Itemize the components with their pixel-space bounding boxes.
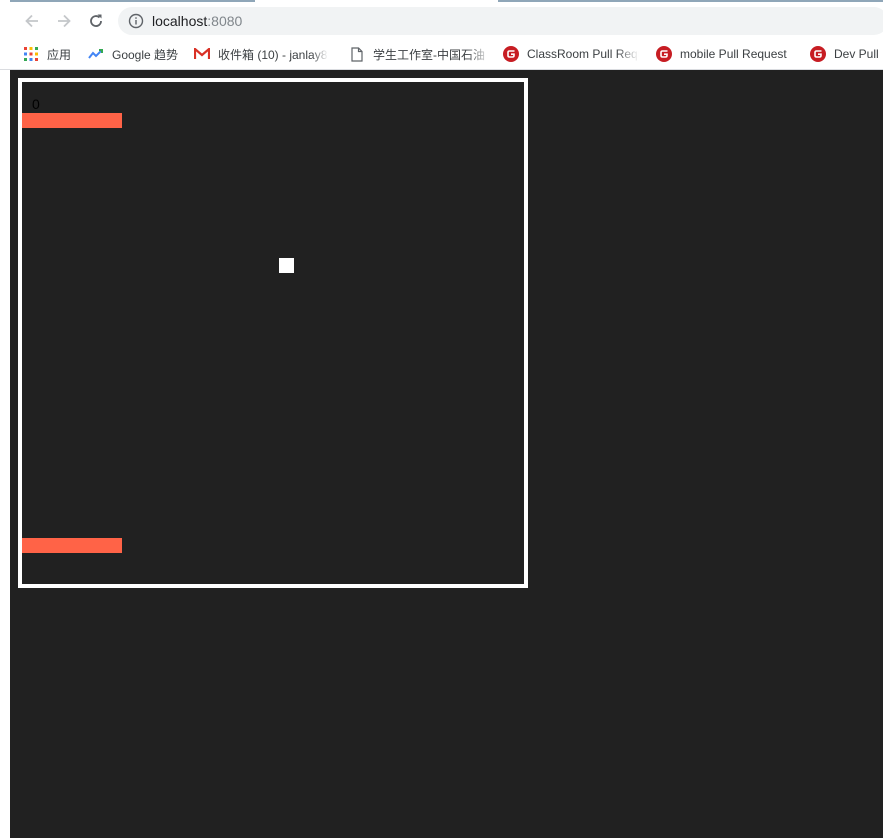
gmail-icon [194,46,210,62]
bottom-paddle[interactable] [22,538,122,553]
gitee-icon [656,46,672,62]
back-button[interactable] [20,9,44,33]
bookmark-gmail-inbox[interactable]: 收件箱 (10) - janlay8 [194,44,328,64]
bookmark-label: 学生工作室-中国石油 [373,47,485,62]
arrow-right-icon [58,14,71,28]
url-text[interactable]: localhost:8080 [152,12,242,30]
bookmark-label: Google 趋势 [112,47,179,62]
apps-grid-icon [23,46,39,62]
bookmark-classroom-pull-requests[interactable]: ClassRoom Pull Requ [503,44,639,64]
top-paddle [22,113,122,128]
bookmark-label: mobile Pull Request [680,47,787,61]
forward-button[interactable] [52,9,76,33]
bookmark-label: Dev Pull [834,47,879,61]
url-host: localhost [152,13,208,29]
score-display: 0 [32,96,40,112]
bookmark-label: 应用 [47,47,72,62]
bookmark-mobile-pull-request[interactable]: mobile Pull Request [656,44,787,64]
page-icon [349,46,365,62]
bookmarks-bar: 应用 Google 趋势 收件箱 (10) - janlay8 学生工作室-中国… [0,38,883,70]
page-viewport: 0 [10,70,883,838]
browser-toolbar: localhost:8080 [0,3,883,38]
bookmark-google-trends[interactable]: Google 趋势 [88,44,178,64]
google-trends-icon [88,46,104,62]
ball [279,258,294,273]
info-icon[interactable] [128,13,144,29]
page-left-margin [0,70,10,838]
bookmark-dev-pull[interactable]: Dev Pull [810,44,879,64]
tab-edge [10,0,255,2]
reload-button[interactable] [84,9,108,33]
url-port: :8080 [207,13,243,29]
arrow-left-icon [25,14,38,28]
address-bar[interactable]: localhost:8080 [118,7,883,35]
gitee-icon [810,46,826,62]
gitee-icon [503,46,519,62]
bookmark-label: ClassRoom Pull Requ [527,47,639,61]
tab-edge [498,0,883,2]
bookmark-label: 收件箱 (10) - janlay8 [218,47,328,62]
game-board[interactable]: 0 [18,78,528,588]
bookmark-apps[interactable]: 应用 [23,44,71,64]
bookmark-student-studio[interactable]: 学生工作室-中国石油 [349,44,491,64]
reload-icon [90,14,102,27]
